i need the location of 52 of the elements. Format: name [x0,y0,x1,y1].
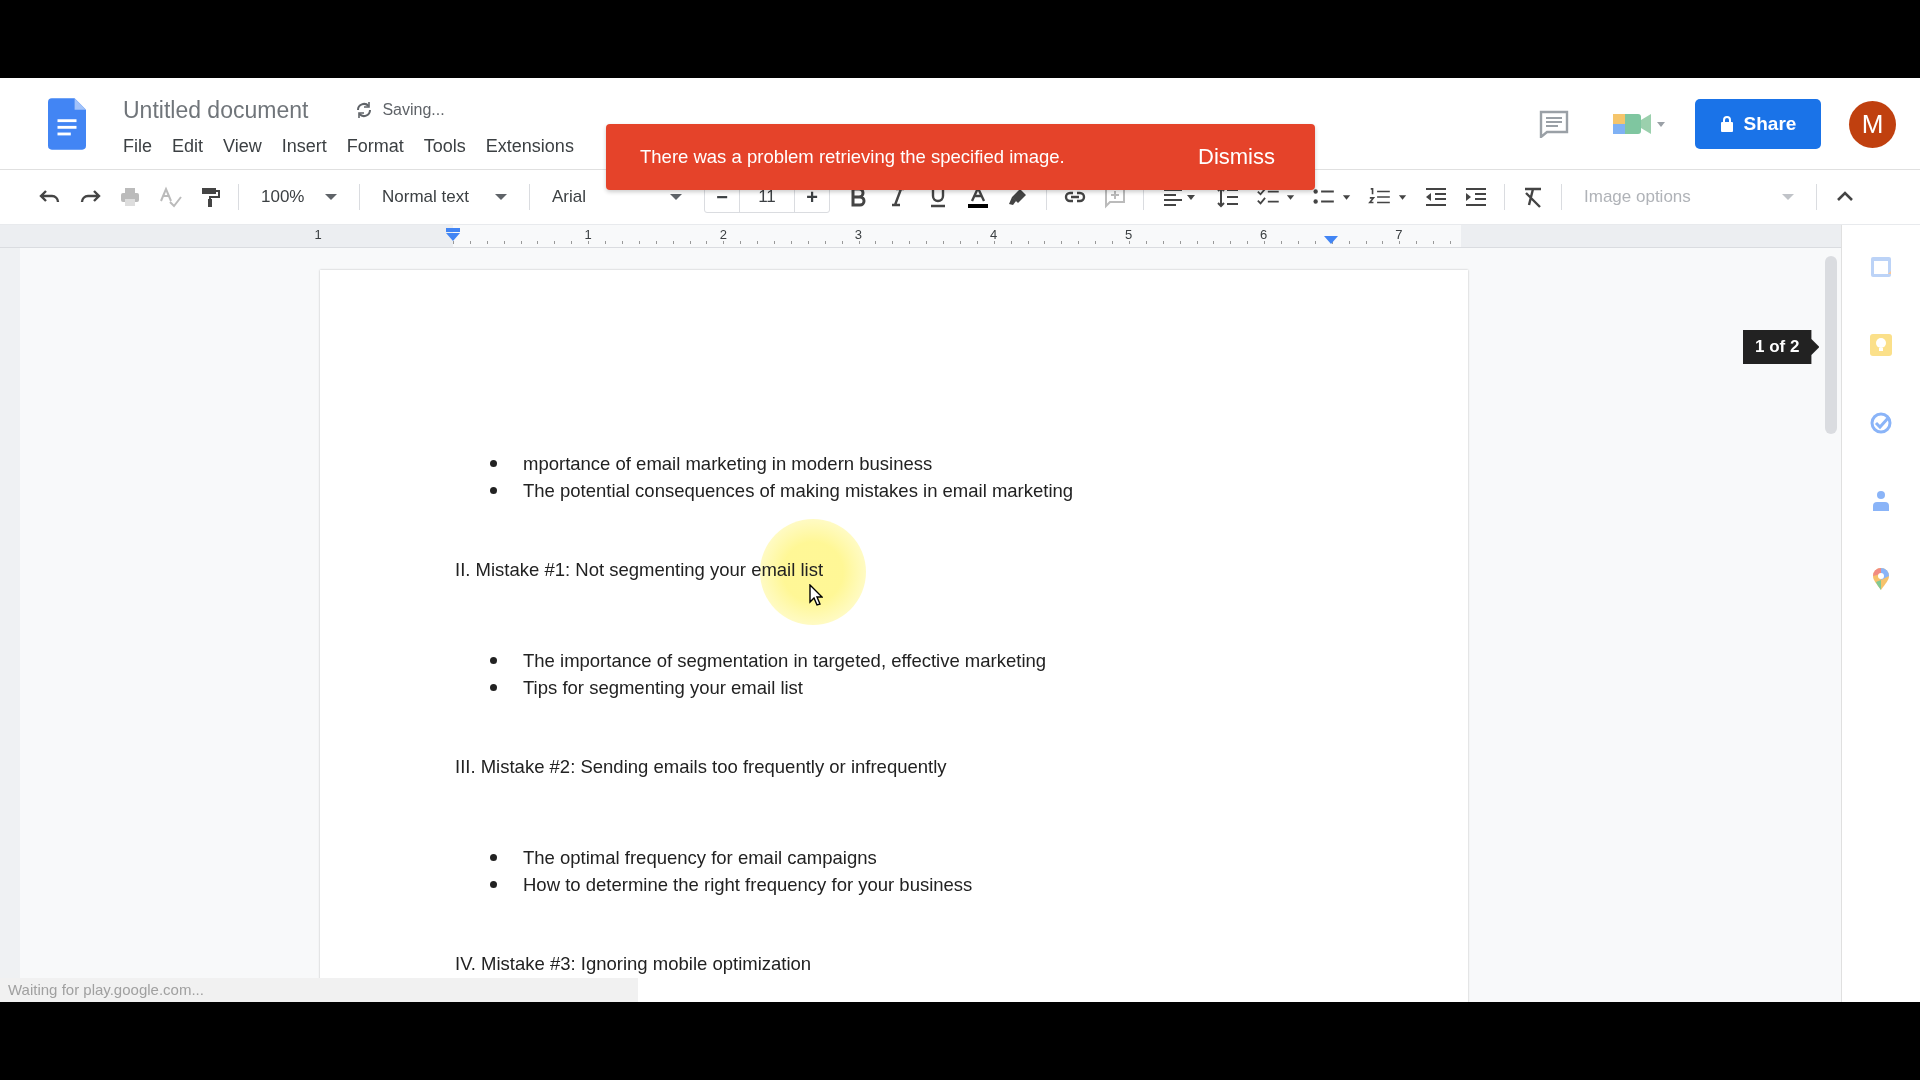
menu-item[interactable]: Extensions [475,132,584,161]
section-heading: III. Mistake #2: Sending emails too frequently or infrequently [455,755,947,779]
ruler[interactable]: 1 1 2 3 4 5 6 7 [0,225,1841,248]
bullet-text: The optimal frequency for email campaigns [523,846,877,869]
ruler-number: 3 [854,227,862,242]
increase-indent-icon[interactable] [1464,185,1488,209]
decrease-font-size-button[interactable]: − [705,182,739,212]
bullet-icon [490,460,497,467]
ruler-number: 1 [584,227,592,242]
decrease-indent-icon[interactable] [1424,185,1448,209]
docs-logo-icon[interactable] [48,98,86,150]
bullet-icon [490,881,497,888]
share-button[interactable]: Share [1695,99,1821,149]
menu-item[interactable]: Insert [271,132,337,161]
ruler-number: 4 [989,227,998,242]
bullet-text: How to determine the right frequency for your business [523,873,973,896]
toast-message: There was a problem retrieving the specified image. [640,146,1065,168]
increase-font-size-button[interactable]: + [795,182,829,212]
bullet-icon [490,657,497,664]
menu-item[interactable]: Tools [413,132,476,161]
mouse-pointer-icon [809,584,823,606]
ruler-number: 1 [314,227,322,242]
left-indent-marker-icon[interactable] [445,228,461,242]
right-indent-marker-icon[interactable] [1323,235,1339,245]
bullet-icon [490,854,497,861]
document-title[interactable]: Untitled document [123,96,309,124]
bullet-text: mportance of email marketing in modern business [523,452,933,475]
save-status: Saving... [382,101,445,119]
page-indicator: 1 of 2 [1743,330,1820,364]
dismiss-button[interactable]: Dismiss [1192,143,1281,171]
section-heading: II. Mistake #1: Not segmenting your email list [455,558,824,582]
avatar[interactable]: M [1849,100,1896,148]
bullet-icon [490,487,497,494]
menu-item[interactable]: View [213,132,272,161]
ruler-number: 7 [1395,227,1403,242]
scrollbar[interactable] [1825,256,1837,434]
lock-icon [1719,115,1734,133]
menu-item[interactable]: Format [336,132,414,161]
ruler-number: 2 [719,227,727,242]
bullet-text: The potential consequences of making mistakes in email marketing [523,479,1074,502]
section-heading: IV. Mistake #3: Ignoring mobile optimization [455,952,812,976]
menu-item[interactable]: File [123,132,162,161]
menu-item[interactable]: Edit [162,132,214,161]
bullet-text: The importance of segmentation in targeted, effective marketing [523,649,1047,672]
ruler-number: 6 [1260,227,1268,242]
comment-icon[interactable] [1539,110,1569,138]
spellcheck-icon[interactable] [158,185,182,209]
ruler-number: 5 [1125,227,1133,242]
style-dropdown[interactable]: Normal text [376,187,513,207]
zoom-dropdown[interactable]: 100% [255,187,343,207]
bullet-icon [490,684,497,691]
bullet-text: Tips for segmenting your email list [523,676,803,699]
